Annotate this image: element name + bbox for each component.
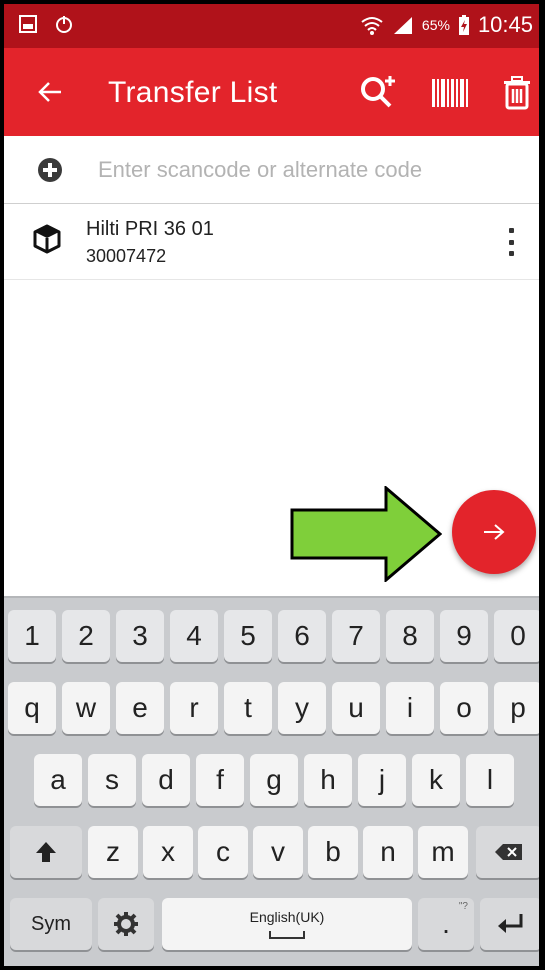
add-circle-icon[interactable] <box>38 158 62 182</box>
number-key[interactable]: 9 <box>440 610 488 662</box>
item-name: Hilti PRI 36 01 <box>86 218 214 240</box>
letter-key[interactable]: h <box>304 754 352 806</box>
space-bar-icon <box>269 931 305 939</box>
scancode-input[interactable] <box>98 148 518 192</box>
clock: 10:45 <box>477 12 533 37</box>
period-key-hint: "? <box>458 901 468 912</box>
number-key[interactable]: 2 <box>62 610 110 662</box>
number-key[interactable]: 5 <box>224 610 272 662</box>
settings-voice-key[interactable] <box>98 898 154 950</box>
wifi-icon <box>361 17 383 35</box>
arrow-right-icon <box>484 524 505 540</box>
letter-key[interactable]: g <box>250 754 298 806</box>
shift-key[interactable] <box>10 826 82 878</box>
back-button[interactable] <box>30 72 70 112</box>
letter-key[interactable]: n <box>363 826 413 878</box>
sym-key[interactable]: Sym <box>10 898 92 950</box>
letter-key[interactable]: w <box>62 682 110 734</box>
letter-key[interactable]: c <box>198 826 248 878</box>
more-options-icon[interactable] <box>501 228 521 256</box>
letter-key[interactable]: e <box>116 682 164 734</box>
soft-keyboard: 1234567890 qwertyuiop asdfghjkl zxcvbnm … <box>4 596 539 966</box>
letter-key[interactable]: f <box>196 754 244 806</box>
period-key[interactable]: . "? <box>418 898 474 950</box>
letter-key[interactable]: i <box>386 682 434 734</box>
backspace-key[interactable] <box>476 826 539 878</box>
period-key-label: . <box>442 908 450 939</box>
letter-key[interactable]: p <box>494 682 539 734</box>
signal-icon <box>393 17 412 34</box>
delete-all-button[interactable] <box>494 70 539 116</box>
letter-key[interactable]: k <box>412 754 460 806</box>
letter-key[interactable]: x <box>143 826 193 878</box>
letter-key[interactable]: z <box>88 826 138 878</box>
letter-key[interactable]: u <box>332 682 380 734</box>
keyboard-number-row: 1234567890 <box>4 610 539 666</box>
status-left <box>18 14 74 34</box>
number-key[interactable]: 1 <box>8 610 56 662</box>
shift-arrow-icon <box>36 842 56 862</box>
space-key[interactable]: English(UK) <box>162 898 412 950</box>
phone-screen: 65% 10:45 Transfer List Enter scancode o… <box>0 0 545 970</box>
page-title: Transfer List <box>108 76 278 109</box>
proceed-fab-button[interactable] <box>452 490 536 574</box>
letter-key[interactable]: o <box>440 682 488 734</box>
enter-key[interactable] <box>480 898 539 950</box>
gear-icon <box>114 912 138 936</box>
status-bar: 65% 10:45 <box>4 4 539 48</box>
letter-key[interactable]: r <box>170 682 218 734</box>
keyboard-middle-row: asdfghjkl <box>4 754 539 810</box>
gallery-notification-icon <box>19 15 37 33</box>
trash-icon <box>504 76 530 110</box>
letter-key[interactable]: b <box>308 826 358 878</box>
number-key[interactable]: 6 <box>278 610 326 662</box>
barcode-scan-button[interactable] <box>427 70 473 116</box>
number-key[interactable]: 3 <box>116 610 164 662</box>
search-plus-icon <box>361 76 395 108</box>
status-right: 65% 10:45 <box>360 12 533 38</box>
enter-icon <box>498 914 523 933</box>
keyboard-top-row: qwertyuiop <box>4 682 539 738</box>
battery-charging-icon <box>458 15 469 35</box>
arrow-left-icon <box>38 82 61 102</box>
keyboard-bottom-row: zxcvbnm <box>4 826 539 882</box>
space-key-label: English(UK) <box>249 909 325 925</box>
number-key[interactable]: 8 <box>386 610 434 662</box>
barcode-icon <box>432 79 468 107</box>
letter-key[interactable]: j <box>358 754 406 806</box>
package-icon <box>33 224 61 254</box>
list-item[interactable]: Hilti PRI 36 01 30007472 <box>4 204 539 280</box>
letter-key[interactable]: s <box>88 754 136 806</box>
letter-key[interactable]: m <box>418 826 468 878</box>
letter-key[interactable]: l <box>466 754 514 806</box>
letter-key[interactable]: a <box>34 754 82 806</box>
letter-key[interactable]: y <box>278 682 326 734</box>
letter-key[interactable]: d <box>142 754 190 806</box>
item-code: 30007472 <box>86 246 167 266</box>
number-key[interactable]: 4 <box>170 610 218 662</box>
keyboard-function-row: Sym English(UK) . "? <box>4 898 539 954</box>
battery-percent: 65% <box>421 17 450 33</box>
letter-key[interactable]: q <box>8 682 56 734</box>
letter-key[interactable]: v <box>253 826 303 878</box>
backspace-icon <box>495 844 522 860</box>
number-key[interactable]: 0 <box>494 610 539 662</box>
search-add-button[interactable] <box>354 70 400 116</box>
app-toolbar: Transfer List <box>4 48 539 136</box>
number-key[interactable]: 7 <box>332 610 380 662</box>
power-notification-icon <box>56 16 72 33</box>
annotation-arrow <box>290 486 442 582</box>
scancode-entry-row <box>4 136 539 204</box>
letter-key[interactable]: t <box>224 682 272 734</box>
